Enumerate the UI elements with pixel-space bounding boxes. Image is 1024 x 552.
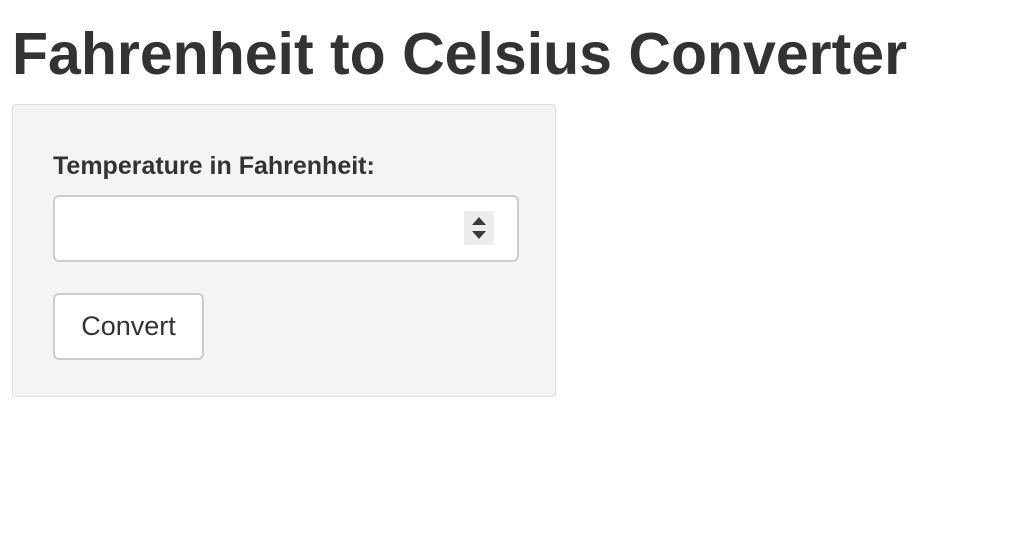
converter-panel: Temperature in Fahrenheit: Convert [12, 104, 556, 397]
temperature-input-wrapper[interactable] [53, 195, 519, 262]
page-title: Fahrenheit to Celsius Converter [12, 21, 908, 87]
caret-down-icon[interactable] [472, 231, 486, 239]
convert-button[interactable]: Convert [53, 293, 204, 360]
temperature-label: Temperature in Fahrenheit: [53, 152, 375, 180]
caret-up-icon[interactable] [472, 217, 486, 225]
number-spinner[interactable] [464, 211, 494, 245]
page: Fahrenheit to Celsius Converter Temperat… [0, 0, 1024, 552]
temperature-input[interactable] [55, 197, 455, 260]
